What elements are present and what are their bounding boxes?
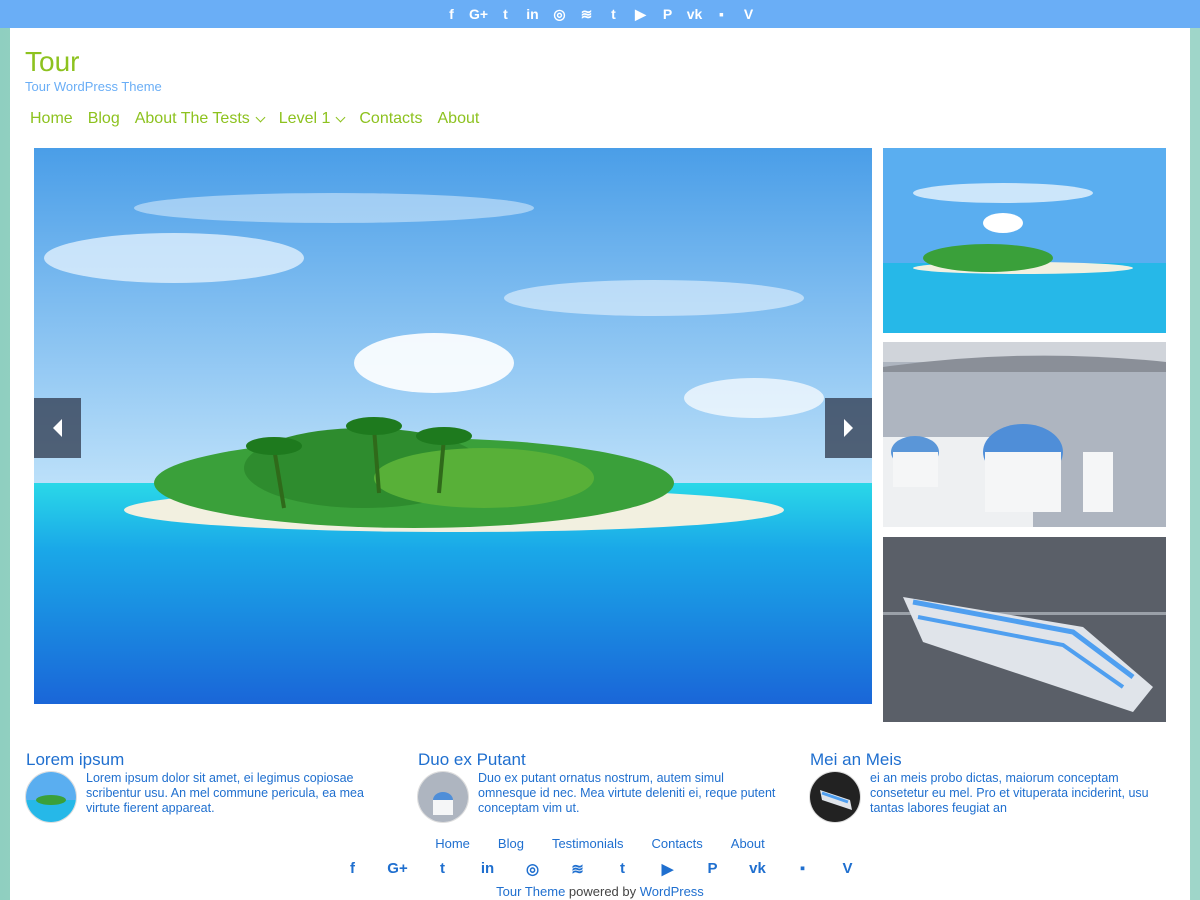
nav-blog[interactable]: Blog (88, 110, 120, 128)
feature-lorem-ipsum: Lorem ipsum Lorem ipsum dolor sit amet, … (25, 750, 385, 823)
pinterest-icon[interactable]: P (654, 0, 681, 28)
feature-avatar-island (25, 771, 77, 823)
site-title[interactable]: Tour (25, 46, 79, 78)
footer-credit: Tour Theme powered by WordPress (10, 884, 1190, 899)
nav-level-1-label: Level 1 (278, 110, 331, 127)
top-social-bar: f G+ t in ◎ ≋ t ▶ P vk ▪ V (0, 0, 1200, 28)
feature-avatar-santorini (417, 771, 469, 823)
feature-avatar-cruise (809, 771, 861, 823)
thumbnail-santorini-image (883, 342, 1166, 527)
twitter-icon[interactable]: t (492, 0, 519, 28)
credit-text: powered by (565, 884, 640, 899)
footer-nav-about[interactable]: About (717, 836, 779, 851)
nav-level-1[interactable]: Level 1 (278, 110, 346, 128)
slider-image-island (34, 148, 872, 704)
feature-title[interactable]: Lorem ipsum (26, 750, 385, 770)
rss-icon[interactable]: ≋ (573, 0, 600, 28)
linkedin-icon[interactable]: in (465, 860, 510, 878)
vk-icon[interactable]: vk (681, 0, 708, 28)
site-description: Tour WordPress Theme (25, 79, 162, 94)
slider-prev-button[interactable] (34, 398, 81, 458)
vine-icon[interactable]: V (735, 0, 762, 28)
rss-icon[interactable]: ≋ (555, 860, 600, 878)
feature-title[interactable]: Mei an Meis (810, 750, 1169, 770)
slider-thumbnail-santorini[interactable] (883, 342, 1166, 527)
nav-contacts[interactable]: Contacts (359, 110, 422, 128)
pinterest-icon[interactable]: P (690, 860, 735, 878)
flickr-icon[interactable]: ▪ (708, 0, 735, 28)
page-container: Tour Tour WordPress Theme Home Blog Abou… (10, 28, 1190, 900)
footer-nav: Home Blog Testimonials Contacts About (10, 836, 1190, 851)
facebook-icon[interactable]: f (438, 0, 465, 28)
google-plus-icon[interactable]: G+ (375, 860, 420, 878)
instagram-icon[interactable]: ◎ (510, 860, 555, 878)
chevron-down-icon (335, 112, 346, 122)
thumbnail-island-image (883, 148, 1166, 333)
thumbnail-cruise-image (883, 537, 1166, 722)
feature-text: ei an meis probo dictas, maiorum concept… (870, 771, 1149, 815)
flickr-icon[interactable]: ▪ (780, 860, 825, 878)
tumblr-icon[interactable]: t (600, 860, 645, 878)
chevron-down-icon (255, 112, 266, 122)
nav-about[interactable]: About (438, 110, 480, 128)
footer-social-bar: f G+ t in ◎ ≋ t ▶ P vk ▪ V (10, 860, 1190, 878)
google-plus-icon[interactable]: G+ (465, 0, 492, 28)
slider-thumbnail-island[interactable] (883, 148, 1166, 333)
credit-wordpress-link[interactable]: WordPress (640, 884, 704, 899)
vine-icon[interactable]: V (825, 860, 870, 878)
footer-nav-testimonials[interactable]: Testimonials (538, 836, 638, 851)
image-slider (34, 148, 872, 704)
linkedin-icon[interactable]: in (519, 0, 546, 28)
facebook-icon[interactable]: f (330, 860, 375, 878)
footer-nav-blog[interactable]: Blog (484, 836, 538, 851)
tumblr-icon[interactable]: t (600, 0, 627, 28)
footer-nav-contacts[interactable]: Contacts (637, 836, 716, 851)
chevron-left-icon (53, 419, 62, 437)
feature-text: Lorem ipsum dolor sit amet, ei legimus c… (86, 771, 364, 815)
youtube-icon[interactable]: ▶ (645, 860, 690, 878)
feature-text: Duo ex putant ornatus nostrum, autem sim… (478, 771, 776, 815)
instagram-icon[interactable]: ◎ (546, 0, 573, 28)
slider-thumbnail-cruise[interactable] (883, 537, 1166, 722)
vk-icon[interactable]: vk (735, 860, 780, 878)
nav-about-the-tests[interactable]: About The Tests (134, 110, 266, 128)
slider-next-button[interactable] (825, 398, 872, 458)
nav-about-the-tests-label: About The Tests (134, 110, 250, 127)
feature-title[interactable]: Duo ex Putant (418, 750, 777, 770)
chevron-right-icon (844, 419, 853, 437)
nav-home[interactable]: Home (30, 110, 73, 128)
twitter-icon[interactable]: t (420, 860, 465, 878)
feature-duo-ex-putant: Duo ex Putant Duo ex putant ornatus nost… (417, 750, 777, 823)
credit-theme-link[interactable]: Tour Theme (496, 884, 565, 899)
main-nav: Home Blog About The Tests Level 1 Contac… (30, 110, 479, 128)
feature-mei-an-meis: Mei an Meis ei an meis probo dictas, mai… (809, 750, 1169, 823)
youtube-icon[interactable]: ▶ (627, 0, 654, 28)
footer-nav-home[interactable]: Home (421, 836, 484, 851)
